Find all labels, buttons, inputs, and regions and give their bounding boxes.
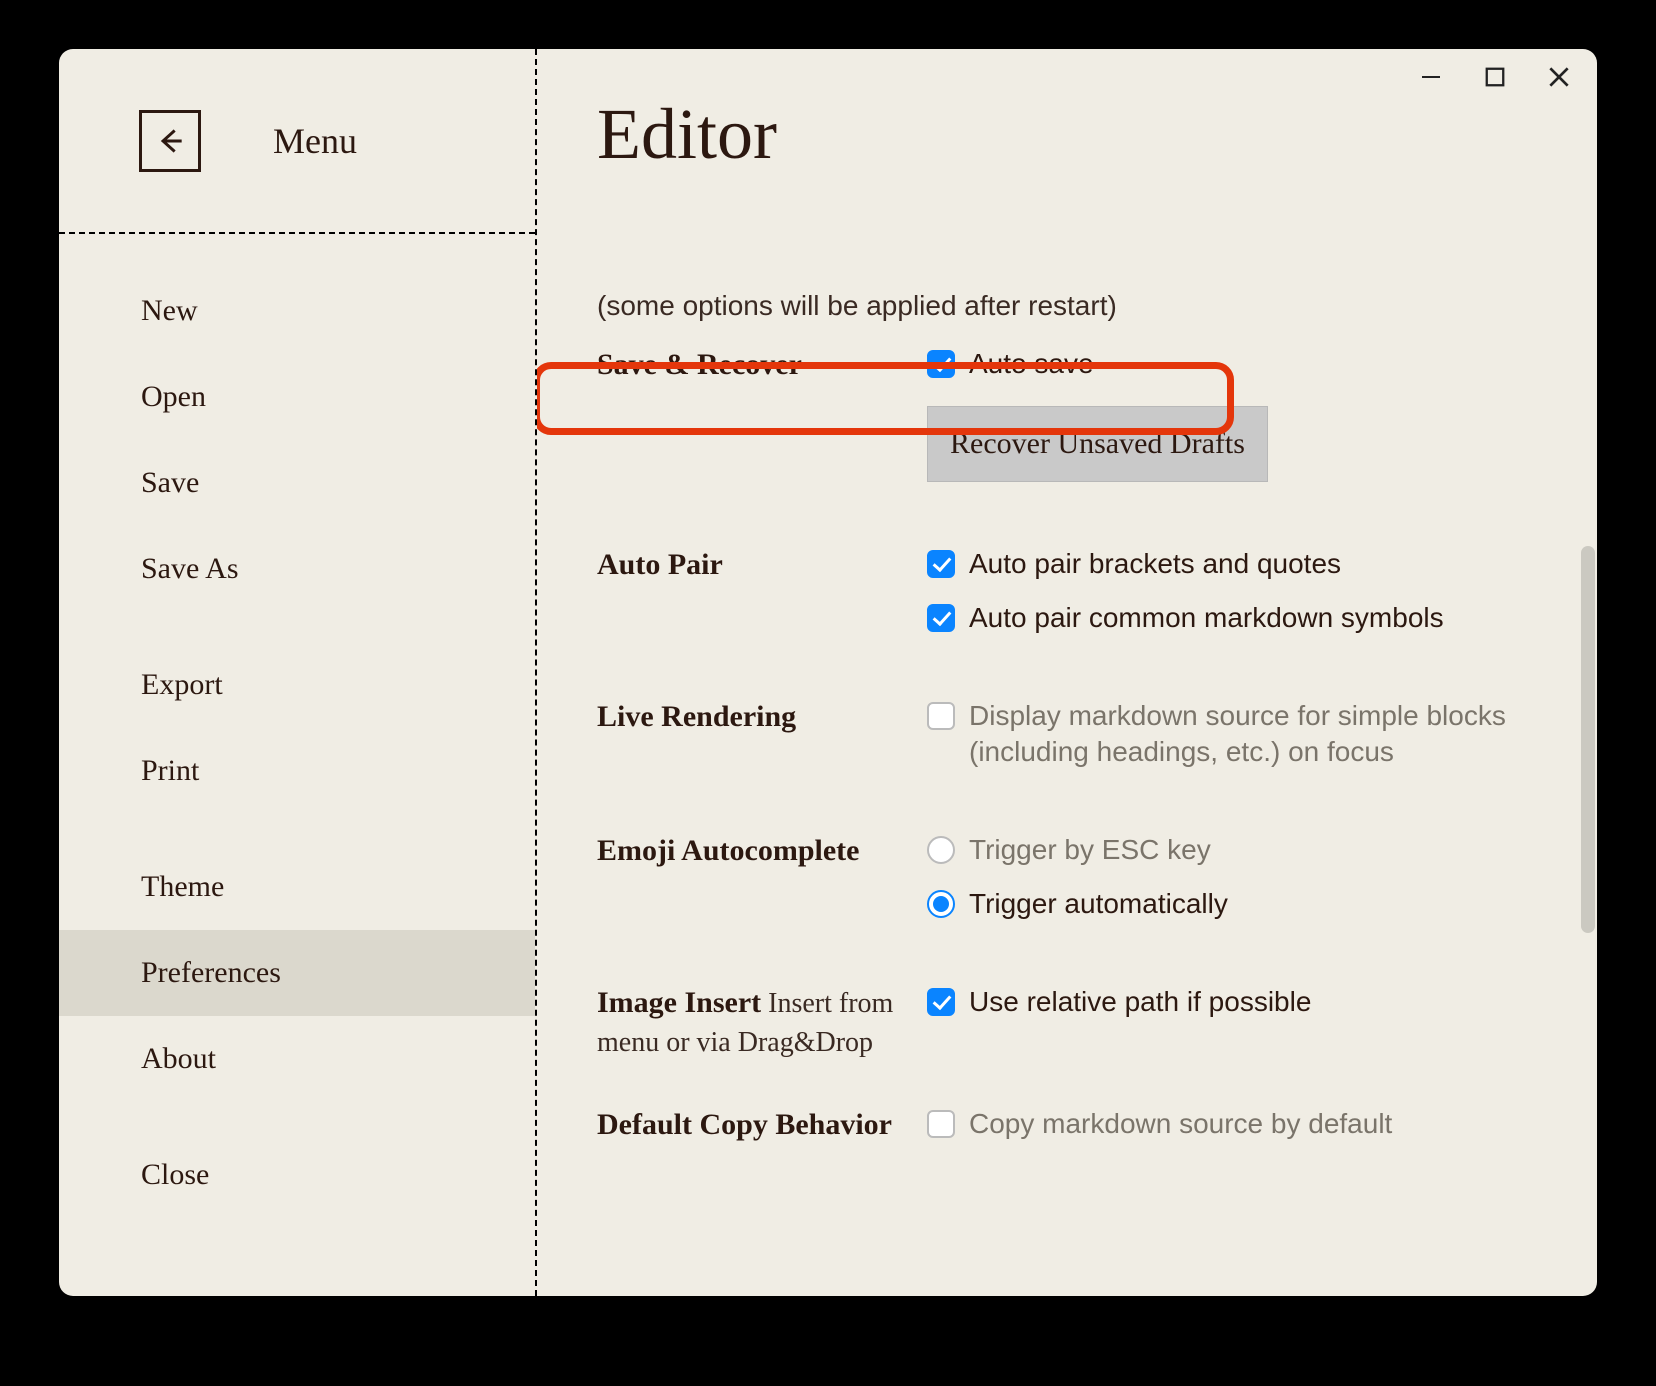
checkbox-display-source[interactable] bbox=[927, 702, 955, 730]
sidebar-item-about[interactable]: About bbox=[59, 1016, 535, 1102]
menu-title: Menu bbox=[273, 120, 357, 162]
checkbox-auto-save[interactable] bbox=[927, 350, 955, 378]
section-label-emoji: Emoji Autocomplete bbox=[597, 832, 927, 870]
section-label-save-recover: Save & Recover bbox=[597, 346, 927, 384]
section-default-copy: Default Copy Behavior Copy markdown sour… bbox=[597, 1106, 1565, 1160]
section-label-auto-pair: Auto Pair bbox=[597, 546, 927, 584]
sidebar-item-print[interactable]: Print bbox=[59, 728, 535, 814]
option-label: Use relative path if possible bbox=[969, 984, 1311, 1020]
checkbox-autopair-brackets[interactable] bbox=[927, 550, 955, 578]
option-label: Auto pair brackets and quotes bbox=[969, 546, 1341, 582]
sidebar-item-save[interactable]: Save bbox=[59, 440, 535, 526]
section-image-insert: Image Insert Insert from menu or via Dra… bbox=[597, 984, 1565, 1062]
sidebar-item-theme[interactable]: Theme bbox=[59, 844, 535, 930]
app-window: Menu New Open Save Save As Export Print … bbox=[59, 49, 1597, 1296]
content-pane: Editor (some options will be applied aft… bbox=[537, 49, 1597, 1296]
option-label: Auto pair common markdown symbols bbox=[969, 600, 1444, 636]
checkbox-autopair-markdown[interactable] bbox=[927, 604, 955, 632]
sidebar-item-new[interactable]: New bbox=[59, 268, 535, 354]
section-label-image-insert: Image Insert Insert from menu or via Dra… bbox=[597, 984, 927, 1062]
back-button[interactable] bbox=[139, 110, 201, 172]
option-autopair-brackets[interactable]: Auto pair brackets and quotes bbox=[927, 546, 1565, 582]
window-controls bbox=[1417, 63, 1573, 91]
checkbox-copy-markdown[interactable] bbox=[927, 1110, 955, 1138]
sidebar-item-close[interactable]: Close bbox=[59, 1132, 535, 1218]
sidebar-item-save-as[interactable]: Save As bbox=[59, 526, 535, 612]
close-button[interactable] bbox=[1545, 63, 1573, 91]
section-label-default-copy: Default Copy Behavior bbox=[597, 1106, 927, 1144]
option-emoji-esc[interactable]: Trigger by ESC key bbox=[927, 832, 1565, 868]
section-auto-pair: Auto Pair Auto pair brackets and quotes … bbox=[597, 546, 1565, 654]
option-autopair-markdown[interactable]: Auto pair common markdown symbols bbox=[927, 600, 1565, 636]
minimize-button[interactable] bbox=[1417, 63, 1445, 91]
option-relative-path[interactable]: Use relative path if possible bbox=[927, 984, 1565, 1020]
sidebar-items: New Open Save Save As Export Print Theme… bbox=[59, 234, 535, 1218]
option-label: Display markdown source for simple block… bbox=[969, 698, 1565, 770]
sidebar-item-export[interactable]: Export bbox=[59, 642, 535, 728]
option-label: Auto save bbox=[969, 346, 1094, 382]
option-auto-save[interactable]: Auto save bbox=[927, 346, 1565, 382]
radio-emoji-esc[interactable] bbox=[927, 836, 955, 864]
page-title: Editor bbox=[597, 93, 1565, 176]
recover-unsaved-button[interactable]: Recover Unsaved Drafts bbox=[927, 406, 1268, 482]
maximize-button[interactable] bbox=[1481, 63, 1509, 91]
section-save-recover: Save & Recover Auto save Recover Unsaved… bbox=[597, 346, 1565, 482]
sidebar-item-open[interactable]: Open bbox=[59, 354, 535, 440]
section-emoji: Emoji Autocomplete Trigger by ESC key Tr… bbox=[597, 832, 1565, 940]
checkbox-relative-path[interactable] bbox=[927, 988, 955, 1016]
sidebar: Menu New Open Save Save As Export Print … bbox=[59, 49, 537, 1296]
restart-hint: (some options will be applied after rest… bbox=[597, 290, 1565, 322]
option-label: Trigger by ESC key bbox=[969, 832, 1211, 868]
option-copy-markdown[interactable]: Copy markdown source by default bbox=[927, 1106, 1565, 1142]
option-label: Copy markdown source by default bbox=[969, 1106, 1392, 1142]
scrollbar-thumb[interactable] bbox=[1581, 546, 1595, 933]
sidebar-item-preferences[interactable]: Preferences bbox=[59, 930, 535, 1016]
section-label-live-rendering: Live Rendering bbox=[597, 698, 927, 736]
radio-emoji-auto[interactable] bbox=[927, 890, 955, 918]
option-emoji-auto[interactable]: Trigger automatically bbox=[927, 886, 1565, 922]
option-display-source[interactable]: Display markdown source for simple block… bbox=[927, 698, 1565, 770]
sidebar-header: Menu bbox=[59, 49, 535, 234]
option-label: Trigger automatically bbox=[969, 886, 1228, 922]
section-live-rendering: Live Rendering Display markdown source f… bbox=[597, 698, 1565, 788]
